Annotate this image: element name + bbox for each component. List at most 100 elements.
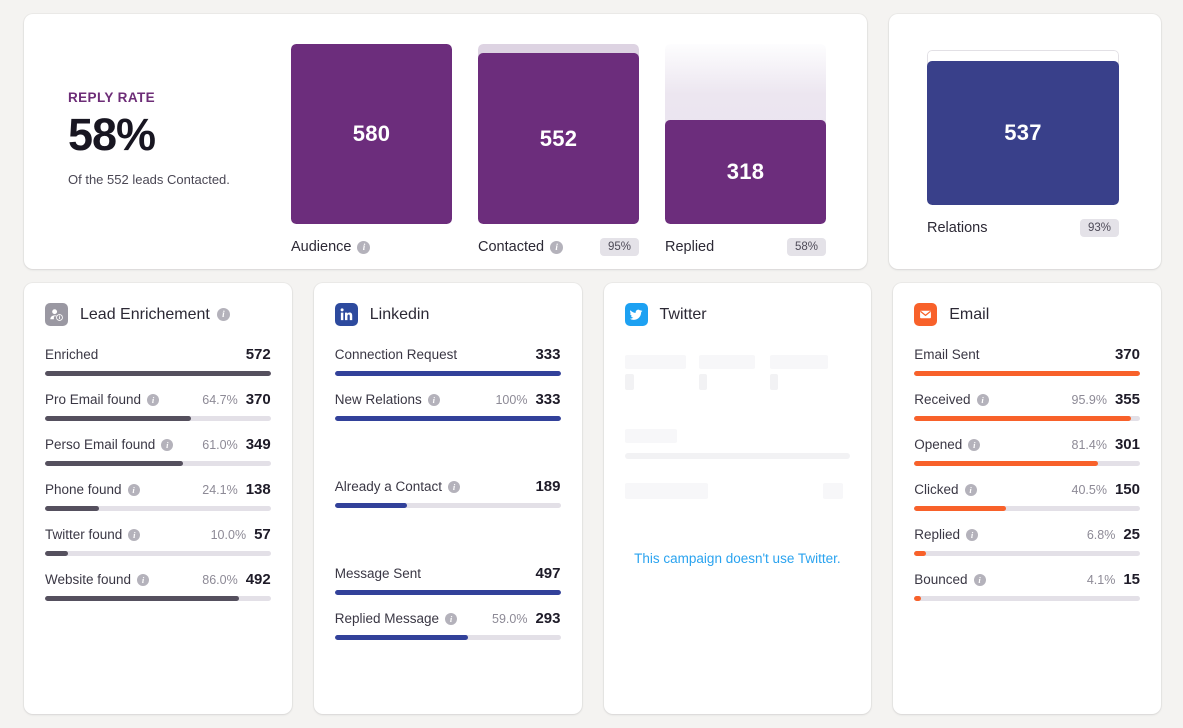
info-icon[interactable]: i: [977, 394, 989, 406]
info-icon[interactable]: i: [448, 481, 460, 493]
bar-fill: 580: [291, 44, 452, 224]
linkedin-icon: [335, 303, 358, 326]
metric-label: Message Sent: [335, 566, 421, 581]
funnel-bars: 580 Audience i 552: [291, 44, 826, 257]
metric-fill: [914, 596, 921, 601]
twitter-icon: [625, 303, 648, 326]
metric-percent: 95.9%: [1072, 393, 1107, 407]
channel-cards-row: Lead Enrichement i Enriched 572 Pro Emai…: [24, 283, 1161, 714]
metric-track: [914, 461, 1140, 466]
dashboard-page: REPLY RATE 58% Of the 552 leads Contacte…: [0, 0, 1183, 728]
metric-track: [914, 371, 1140, 376]
metric-row[interactable]: Repliedi 6.8% 25: [914, 526, 1140, 556]
skeleton-bar: [625, 453, 851, 459]
metric-row[interactable]: Enriched 572: [45, 346, 271, 376]
bar-percent-badge: 95%: [600, 238, 639, 256]
metric-row[interactable]: Phone foundi 24.1% 138: [45, 481, 271, 511]
metric-fill: [914, 506, 1005, 511]
metric-row[interactable]: Already a Contacti 189: [335, 478, 561, 508]
bar-label: Relations: [927, 220, 987, 236]
bar-graphic: 552: [478, 44, 639, 224]
metric-row[interactable]: New Relations i 100% 333: [335, 391, 561, 421]
metric-row[interactable]: Email Sent 370: [914, 346, 1140, 376]
card-header: Linkedin: [335, 303, 561, 326]
metric-value: 25: [1123, 526, 1140, 543]
info-icon[interactable]: i: [968, 439, 980, 451]
metric-percent: 64.7%: [202, 393, 237, 407]
metric-track: [335, 635, 561, 640]
metric-fill: [45, 371, 271, 376]
info-icon[interactable]: i: [550, 241, 563, 254]
info-icon[interactable]: i: [161, 439, 173, 451]
reply-rate-subtitle: Of the 552 leads Contacted.: [68, 172, 298, 187]
funnel-bar-replied[interactable]: 318 Replied 58%: [665, 44, 826, 257]
metric-fill: [914, 551, 925, 556]
metric-label: Email Sent: [914, 347, 979, 362]
bar-value: 318: [727, 159, 765, 185]
card-header: Twitter: [625, 303, 851, 326]
bar-footer: Relations 93%: [927, 218, 1119, 238]
metric-percent: 81.4%: [1072, 438, 1107, 452]
metric-row[interactable]: Replied Messagei 59.0% 293: [335, 610, 561, 640]
metric-row[interactable]: Perso Email found i 61.0% 349: [45, 436, 271, 466]
info-icon[interactable]: i: [974, 574, 986, 586]
metric-percent: 61.0%: [202, 438, 237, 452]
metric-value: 349: [246, 436, 271, 453]
metric-label: Perso Email found: [45, 437, 155, 452]
metric-label: Opened: [914, 437, 962, 452]
metric-value: 15: [1123, 571, 1140, 588]
bar-graphic: 318: [665, 44, 826, 224]
info-icon[interactable]: i: [128, 484, 140, 496]
bar-label: Replied: [665, 239, 714, 255]
card-header: Email: [914, 303, 1140, 326]
info-icon[interactable]: i: [445, 613, 457, 625]
info-icon[interactable]: i: [965, 484, 977, 496]
metric-track: [45, 371, 271, 376]
metric-value: 293: [535, 610, 560, 627]
metric-value: 572: [246, 346, 271, 363]
info-icon[interactable]: i: [966, 529, 978, 541]
skeleton-block: [625, 355, 686, 369]
info-icon[interactable]: i: [128, 529, 140, 541]
info-icon[interactable]: i: [357, 241, 370, 254]
metric-row[interactable]: Clickedi 40.5% 150: [914, 481, 1140, 511]
metric-percent: 4.1%: [1087, 573, 1116, 587]
metric-fill: [45, 461, 183, 466]
metric-row[interactable]: Connection Request 333: [335, 346, 561, 376]
funnel-bar-relations[interactable]: 537 Relations 93%: [927, 50, 1119, 238]
metric-row[interactable]: Receivedi 95.9% 355: [914, 391, 1140, 421]
metric-track: [45, 596, 271, 601]
metric-row[interactable]: Message Sent 497: [335, 565, 561, 595]
skeleton-block: [770, 355, 828, 369]
info-icon[interactable]: i: [147, 394, 159, 406]
card-header: Lead Enrichement i: [45, 303, 271, 326]
info-icon[interactable]: i: [428, 394, 440, 406]
metric-percent: 100%: [495, 393, 527, 407]
info-icon[interactable]: i: [217, 308, 230, 321]
metric-row[interactable]: Openedi 81.4% 301: [914, 436, 1140, 466]
metric-fill: [45, 416, 191, 421]
skeleton-block: [625, 374, 634, 390]
relations-bar-wrap: 537 Relations 93%: [927, 50, 1119, 238]
metric-value: 333: [535, 391, 560, 408]
metric-label: New Relations: [335, 392, 422, 407]
funnel-bar-audience[interactable]: 580 Audience i: [291, 44, 452, 257]
layout-spacer: [335, 523, 561, 565]
metric-row[interactable]: Website foundi 86.0% 492: [45, 571, 271, 601]
metric-row[interactable]: Bouncedi 4.1% 15: [914, 571, 1140, 601]
metric-row[interactable]: Pro Email foundi 64.7% 370: [45, 391, 271, 421]
info-icon[interactable]: i: [137, 574, 149, 586]
metric-percent: 86.0%: [202, 573, 237, 587]
bar-graphic: 537: [927, 50, 1119, 205]
twitter-empty-message: This campaign doesn't use Twitter.: [625, 551, 851, 566]
metric-label: Pro Email found: [45, 392, 141, 407]
metric-fill: [914, 416, 1130, 421]
metric-row[interactable]: Twitter foundi 10.0% 57: [45, 526, 271, 556]
metric-value: 355: [1115, 391, 1140, 408]
bar-footer: Replied 58%: [665, 237, 826, 257]
metric-label: Enriched: [45, 347, 98, 362]
email-card: Email Email Sent 370 Receivedi 95.9% 355: [893, 283, 1161, 714]
funnel-bar-contacted[interactable]: 552 Contacted i 95%: [478, 44, 639, 257]
metric-track: [335, 590, 561, 595]
metric-label: Phone found: [45, 482, 122, 497]
